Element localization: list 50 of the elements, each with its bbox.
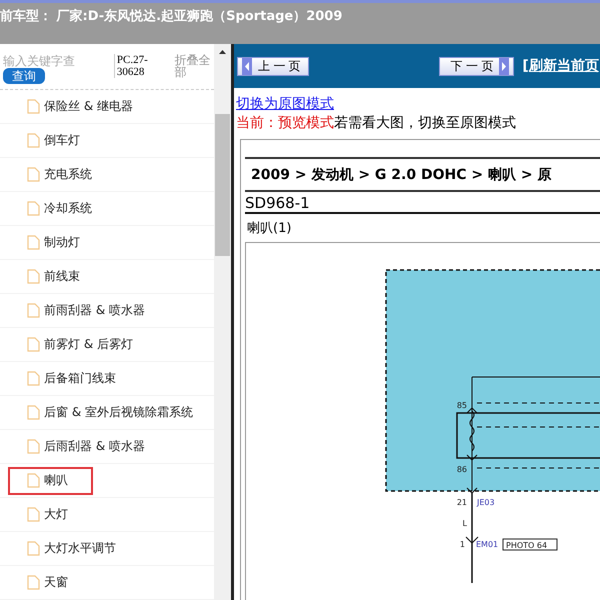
tree-item[interactable]: 后窗 & 室外后视镜除霜系统 (8, 398, 199, 426)
page-icon (27, 133, 40, 148)
page-icon (27, 235, 40, 250)
pin-number: 85 (456, 401, 467, 410)
page-icon (27, 541, 40, 556)
tree-item[interactable]: 制动灯 (8, 228, 86, 256)
page-icon (27, 439, 40, 454)
connector-label: JE03 (477, 498, 495, 507)
previous-page-button[interactable]: 上 一 页 (237, 56, 310, 76)
page-icon (27, 167, 40, 182)
page-icon (27, 99, 40, 114)
page-icon (27, 201, 40, 216)
page-icon (27, 337, 40, 352)
tree-item[interactable]: 冷却系统 (8, 194, 98, 222)
tree-item[interactable]: 后雨刮器 & 喷水器 (8, 432, 151, 460)
pin-number: 21 (456, 498, 467, 507)
section-title: 喇叭(1) (246, 220, 292, 238)
scrollbar[interactable] (214, 44, 231, 600)
page-icon (27, 473, 40, 488)
tree-item[interactable]: 后备箱门线束 (8, 364, 122, 392)
page-icon (27, 303, 40, 318)
connector-label: EM01 (476, 540, 498, 549)
document-code: SD968-1 (245, 192, 600, 214)
refresh-link[interactable]: [刷新当前页 (522, 57, 599, 75)
tree-item[interactable]: 前线束 (8, 262, 86, 290)
mode-status-text: 当前：预览模式若需看大图，切换至原图模式 (236, 114, 517, 133)
tree-item[interactable]: 喇叭 (8, 466, 93, 494)
page-icon (27, 507, 40, 522)
model-code: PC.27-30628 (114, 54, 160, 78)
tree-item[interactable]: 大灯水平调节 (8, 534, 122, 562)
window-title: 前车型： 厂家:D-东风悦达.起亚狮跑（Sportage）2009 (0, 9, 342, 24)
page-icon (27, 371, 40, 386)
pin-number: 1 (460, 540, 465, 549)
switch-mode-link[interactable]: 切换为原图模式 (236, 95, 600, 114)
tree-item[interactable]: 充电系统 (8, 160, 98, 188)
page-icon (27, 269, 40, 284)
tree-item[interactable]: 前雨刮器 & 喷水器 (8, 296, 151, 324)
tree-item[interactable]: 天窗 (8, 568, 74, 596)
next-page-button[interactable]: 下 一 页 (439, 56, 514, 76)
tree-item[interactable]: 前雾灯 & 后雾灯 (8, 330, 139, 358)
wire-color-label: L (462, 519, 467, 528)
page-icon (27, 575, 40, 590)
page-icon (27, 405, 40, 420)
tree-item[interactable]: 倒车灯 (8, 126, 86, 154)
pin-number: 86 (456, 465, 467, 474)
tree-item[interactable]: 大灯 (8, 500, 74, 528)
breadcrumb: 2009 > 发动机 > G 2.0 DOHC > 喇叭 > 原 (245, 157, 600, 192)
search-button[interactable]: 查询 (3, 68, 45, 84)
tree-item[interactable]: 保险丝 & 继电器 (8, 92, 139, 120)
photo-tag: PHOTO 64 (502, 538, 558, 550)
